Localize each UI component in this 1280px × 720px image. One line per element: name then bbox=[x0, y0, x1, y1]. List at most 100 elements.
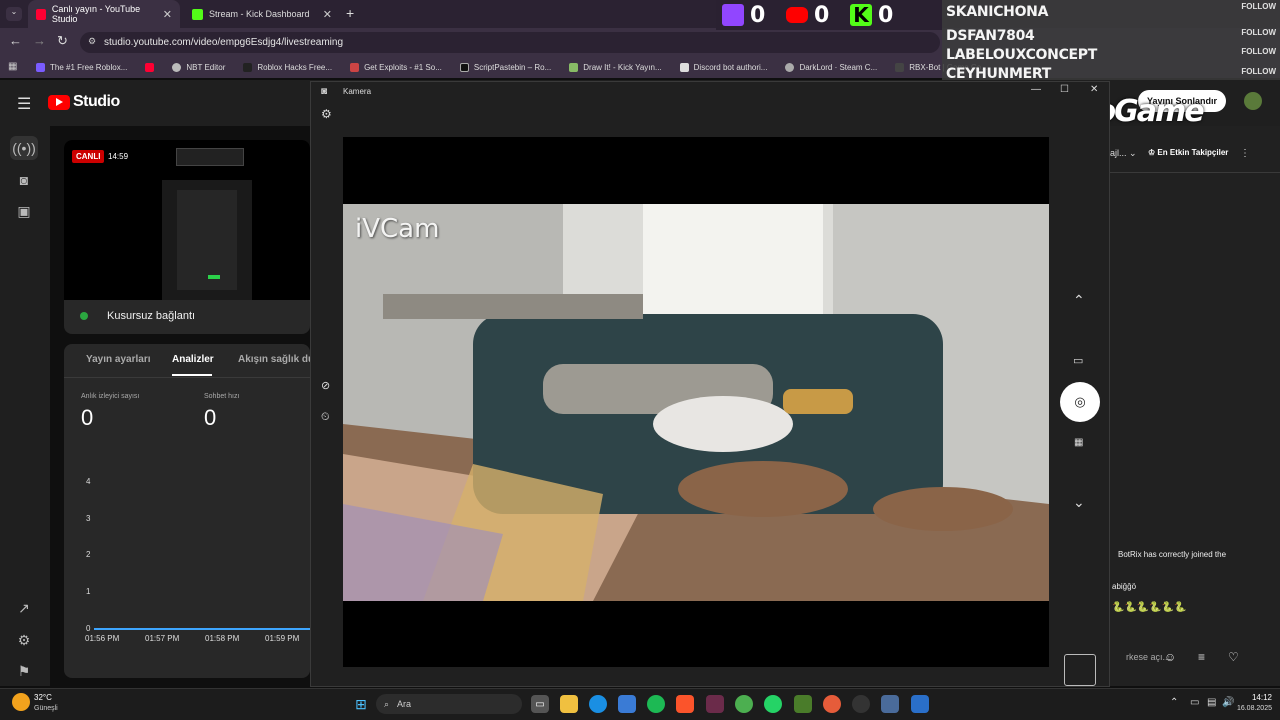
tab-search-button[interactable]: ⌄ bbox=[6, 7, 22, 21]
chevron-down-icon[interactable]: ⌄ bbox=[1073, 494, 1085, 511]
clock-time[interactable]: 14:12 bbox=[1244, 693, 1272, 702]
follower-tag: FOLLOW bbox=[1241, 2, 1276, 11]
bookmark-item[interactable]: DarkLord · Steam C... bbox=[785, 62, 877, 72]
kick-count: 0 bbox=[878, 2, 894, 28]
chevron-up-icon[interactable]: ⌃ bbox=[1073, 292, 1085, 309]
file-explorer-icon[interactable] bbox=[560, 695, 578, 713]
network-icon[interactable]: ▤ bbox=[1207, 697, 1216, 708]
reload-button[interactable]: ↻ bbox=[57, 33, 68, 49]
maximize-button[interactable]: ☐ bbox=[1060, 84, 1069, 95]
follower-name: LABELOUXCONCEPT bbox=[946, 47, 1098, 63]
feedback-icon[interactable]: ⚑ bbox=[12, 659, 36, 683]
edge-icon[interactable] bbox=[589, 695, 607, 713]
back-button[interactable]: ← bbox=[9, 33, 22, 48]
clock-date[interactable]: 16.08.2025 bbox=[1228, 705, 1272, 712]
chrome-icon[interactable] bbox=[735, 695, 753, 713]
start-button[interactable]: ⊞ bbox=[352, 695, 370, 713]
studio-logo-text: Studio bbox=[73, 93, 120, 110]
forward-button[interactable]: → bbox=[33, 33, 46, 48]
timer-off-icon[interactable]: ⏲ bbox=[321, 411, 330, 424]
close-tab-icon[interactable]: ✕ bbox=[323, 8, 332, 21]
bookmark-item[interactable]: Discord bot authori... bbox=[679, 62, 768, 72]
bookmark-label: Discord bot authori... bbox=[693, 62, 768, 72]
hdr-off-icon[interactable]: ⊘ bbox=[321, 379, 330, 392]
chat-tools-icon[interactable]: ≡ bbox=[1198, 650, 1205, 664]
search-label: Ara bbox=[397, 699, 412, 709]
live-stream-icon[interactable]: ((•)) bbox=[10, 136, 38, 160]
bookmark-item[interactable]: NBT Editor bbox=[172, 62, 225, 72]
settings-icon[interactable]: ⚙ bbox=[321, 107, 332, 121]
app-icon[interactable] bbox=[706, 695, 724, 713]
external-link-icon[interactable]: ↗ bbox=[12, 596, 36, 620]
calendar-icon[interactable]: ▣ bbox=[12, 199, 36, 223]
close-tab-icon[interactable]: ✕ bbox=[163, 8, 172, 21]
apps-grid-icon[interactable]: ▦ bbox=[8, 61, 17, 72]
url-field[interactable]: ⚙ studio.youtube.com/video/empg6Esdjg4/l… bbox=[80, 32, 940, 53]
camera-feed-image: iVCam bbox=[343, 204, 1049, 601]
y-tick: 4 bbox=[86, 477, 91, 486]
bookmark-item[interactable]: Roblox Hacks Free... bbox=[243, 62, 332, 72]
tab-stream-settings[interactable]: Yayın ayarları bbox=[86, 354, 151, 365]
take-photo-button[interactable]: ◎ bbox=[1060, 382, 1100, 422]
spotify-icon[interactable] bbox=[647, 695, 665, 713]
display-icon[interactable]: ▭ bbox=[1190, 697, 1199, 708]
stream-preview-thumbnail[interactable]: CANLI 14:59 bbox=[64, 140, 310, 300]
camera-icon[interactable]: ◙ bbox=[12, 168, 36, 192]
menu-icon[interactable]: ☰ bbox=[17, 94, 31, 114]
tab-youtube-studio[interactable]: Canlı yayın - YouTube Studio ✕ bbox=[28, 0, 180, 28]
y-tick: 0 bbox=[86, 624, 91, 633]
brave-icon[interactable] bbox=[676, 695, 694, 713]
settings-icon[interactable]: ⚙ bbox=[12, 628, 36, 652]
youtube-favicon-icon bbox=[145, 62, 155, 72]
follower-name: DSFAN7804 bbox=[946, 28, 1035, 44]
bookmark-item[interactable]: ScriptPastebin – Ro... bbox=[459, 62, 551, 72]
close-window-button[interactable]: ✕ bbox=[1090, 84, 1098, 95]
chart-line bbox=[94, 628, 310, 630]
bookmark-item[interactable] bbox=[145, 62, 155, 72]
metric-value: 0 bbox=[204, 405, 217, 430]
chrome-profile-icon[interactable] bbox=[823, 695, 841, 713]
qr-code-icon[interactable]: ▦ bbox=[1074, 437, 1083, 448]
minecraft-icon[interactable] bbox=[794, 695, 812, 713]
camera-shutter-icon: ◎ bbox=[1074, 394, 1086, 409]
bookmark-label: Draw It! - Kick Yayın... bbox=[583, 62, 662, 72]
app-icon[interactable] bbox=[911, 695, 929, 713]
chat-emotes: 🐍🐍🐍🐍🐍🐍 bbox=[1112, 602, 1187, 613]
chat-message: abiğğö bbox=[1112, 582, 1137, 591]
x-tick: 01:58 PM bbox=[205, 634, 240, 643]
studio-left-rail: ((•)) ◙ ▣ ↗ ⚙ ⚑ bbox=[0, 126, 50, 686]
task-view-icon[interactable]: ▭ bbox=[531, 695, 549, 713]
stream-preview-card: CANLI 14:59 Kusursuz bağlantı bbox=[64, 140, 310, 334]
emoji-icon[interactable]: ☺ bbox=[1164, 650, 1176, 664]
heart-icon[interactable]: ♡ bbox=[1228, 650, 1239, 664]
taskbar-search[interactable]: ⌕ Ara bbox=[376, 694, 522, 714]
tab-kick-dashboard[interactable]: Stream - Kick Dashboard ✕ bbox=[184, 0, 340, 28]
camera-taskbar-icon[interactable] bbox=[881, 695, 899, 713]
youtube-count: 0 bbox=[814, 2, 830, 28]
camera-window: ◙ Kamera — ☐ ✕ ⚙ ⊘ ⏲ iVCam ⌃ ▭ ◎ ▦ ⌄ bbox=[310, 81, 1110, 687]
roblox-favicon-icon bbox=[243, 62, 253, 72]
more-options-icon[interactable]: ⋮ bbox=[1240, 148, 1250, 159]
minimize-button[interactable]: — bbox=[1031, 84, 1041, 95]
obs-icon[interactable] bbox=[852, 695, 870, 713]
site-info-icon[interactable]: ⚙ bbox=[88, 36, 96, 47]
bookmark-item[interactable]: Get Exploits - #1 So... bbox=[350, 62, 442, 72]
video-mode-icon[interactable]: ▭ bbox=[1073, 354, 1083, 367]
chat-filter-button[interactable]: ♔ En Etkin Takipçiler bbox=[1148, 148, 1228, 157]
tray-chevron-icon[interactable]: ⌃ bbox=[1170, 697, 1178, 708]
preview-screen-image bbox=[162, 180, 252, 300]
whatsapp-icon[interactable] bbox=[764, 695, 782, 713]
bookmark-item[interactable]: Draw It! - Kick Yayın... bbox=[569, 62, 662, 72]
weather-icon[interactable] bbox=[12, 693, 30, 711]
tab-stream-health[interactable]: Akışın sağlık du bbox=[238, 354, 314, 365]
bookmark-item[interactable]: The #1 Free Roblox... bbox=[36, 62, 127, 72]
store-icon[interactable] bbox=[618, 695, 636, 713]
chat-mode-selector[interactable]: ajl... ⌄ bbox=[1110, 148, 1137, 159]
follower-tag: FOLLOW bbox=[1241, 47, 1276, 56]
url-text: studio.youtube.com/video/empg6Esdjg4/liv… bbox=[104, 37, 344, 48]
tab-analytics[interactable]: Analizler bbox=[172, 354, 214, 365]
avatar[interactable] bbox=[1244, 92, 1262, 110]
tab-label: Stream - Kick Dashboard bbox=[209, 9, 310, 19]
new-tab-button[interactable]: + bbox=[346, 5, 354, 21]
last-capture-thumbnail[interactable] bbox=[1064, 654, 1096, 686]
